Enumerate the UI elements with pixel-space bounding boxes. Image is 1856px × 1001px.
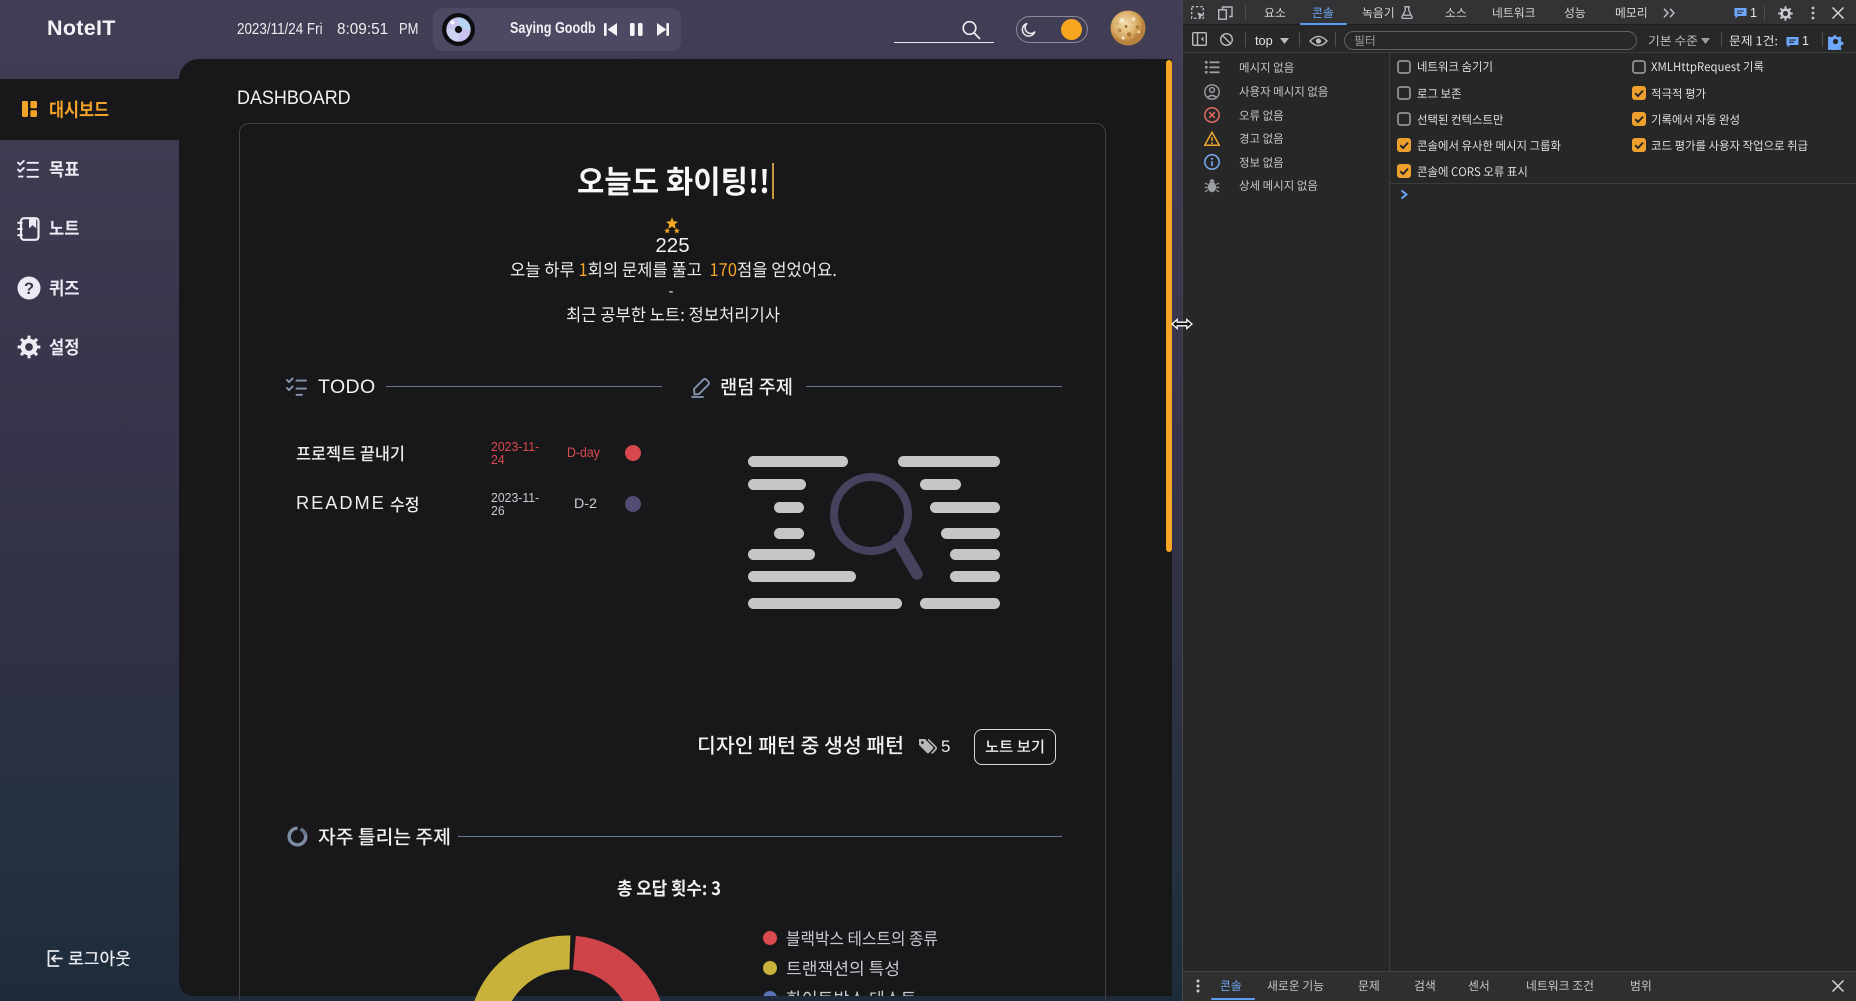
- svg-text:?: ?: [24, 280, 34, 298]
